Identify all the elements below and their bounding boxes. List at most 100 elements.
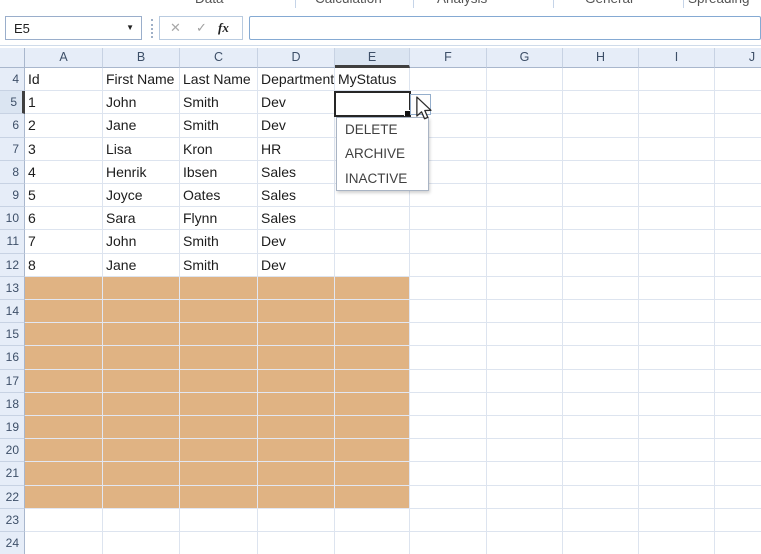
column-header-B[interactable]: B: [103, 48, 180, 68]
cell-G19[interactable]: [487, 416, 563, 440]
cell-C8[interactable]: Ibsen: [180, 160, 258, 184]
cell-C12[interactable]: Smith: [180, 253, 258, 277]
cell-G8[interactable]: [487, 160, 563, 184]
cell-B15[interactable]: [103, 323, 180, 347]
cell-I14[interactable]: [639, 300, 715, 324]
cell-J13[interactable]: [715, 276, 761, 300]
cell-C15[interactable]: [180, 323, 258, 347]
cell-A6[interactable]: 2: [25, 114, 103, 138]
cell-E22[interactable]: [335, 485, 410, 509]
cell-A24[interactable]: [25, 532, 103, 554]
cell-B18[interactable]: [103, 392, 180, 416]
row-header-18[interactable]: 18: [0, 392, 25, 416]
cell-G4[interactable]: [487, 68, 563, 92]
cell-F4[interactable]: [410, 68, 487, 92]
cell-F20[interactable]: [410, 439, 487, 463]
cell-I5[interactable]: [639, 91, 715, 115]
cell-E13[interactable]: [335, 276, 410, 300]
cell-B11[interactable]: John: [103, 230, 180, 254]
cell-H15[interactable]: [563, 323, 639, 347]
cell-I24[interactable]: [639, 532, 715, 554]
row-header-4[interactable]: 4: [0, 68, 25, 92]
cell-J6[interactable]: [715, 114, 761, 138]
cell-J21[interactable]: [715, 462, 761, 486]
cell-A12[interactable]: 8: [25, 253, 103, 277]
formula-input[interactable]: [249, 16, 761, 40]
cell-A4[interactable]: Id: [25, 68, 103, 92]
cell-G13[interactable]: [487, 276, 563, 300]
cell-C17[interactable]: [180, 369, 258, 393]
cell-F16[interactable]: [410, 346, 487, 370]
cell-H18[interactable]: [563, 392, 639, 416]
cell-H8[interactable]: [563, 160, 639, 184]
cell-G24[interactable]: [487, 532, 563, 554]
cell-B24[interactable]: [103, 532, 180, 554]
cell-I8[interactable]: [639, 160, 715, 184]
cell-I18[interactable]: [639, 392, 715, 416]
cell-D17[interactable]: [258, 369, 335, 393]
cell-H13[interactable]: [563, 276, 639, 300]
select-all-corner[interactable]: [0, 48, 25, 68]
name-box[interactable]: E5 ▼: [5, 16, 142, 40]
cell-G9[interactable]: [487, 184, 563, 208]
cell-A13[interactable]: [25, 276, 103, 300]
cell-D11[interactable]: Dev: [258, 230, 335, 254]
cell-C22[interactable]: [180, 485, 258, 509]
cell-G16[interactable]: [487, 346, 563, 370]
cell-A11[interactable]: 7: [25, 230, 103, 254]
cell-D13[interactable]: [258, 276, 335, 300]
cell-A10[interactable]: 6: [25, 207, 103, 231]
cell-J24[interactable]: [715, 532, 761, 554]
cell-C16[interactable]: [180, 346, 258, 370]
cell-H19[interactable]: [563, 416, 639, 440]
cell-J15[interactable]: [715, 323, 761, 347]
cell-D23[interactable]: [258, 508, 335, 532]
cell-D9[interactable]: Sales: [258, 184, 335, 208]
cell-I9[interactable]: [639, 184, 715, 208]
cell-D18[interactable]: [258, 392, 335, 416]
cell-H16[interactable]: [563, 346, 639, 370]
cell-H22[interactable]: [563, 485, 639, 509]
cell-E4[interactable]: MyStatus: [335, 68, 410, 92]
cell-E18[interactable]: [335, 392, 410, 416]
insert-function-icon[interactable]: fx: [218, 20, 229, 36]
row-header-13[interactable]: 13: [0, 276, 25, 300]
column-header-G[interactable]: G: [487, 48, 563, 68]
cell-B22[interactable]: [103, 485, 180, 509]
dropdown-item-inactive[interactable]: INACTIVE: [337, 167, 428, 191]
row-header-20[interactable]: 20: [0, 439, 25, 463]
cell-A17[interactable]: [25, 369, 103, 393]
cell-F18[interactable]: [410, 392, 487, 416]
cell-G14[interactable]: [487, 300, 563, 324]
cell-A16[interactable]: [25, 346, 103, 370]
cell-D16[interactable]: [258, 346, 335, 370]
cell-F17[interactable]: [410, 369, 487, 393]
row-header-8[interactable]: 8: [0, 160, 25, 184]
cell-H9[interactable]: [563, 184, 639, 208]
cell-H20[interactable]: [563, 439, 639, 463]
cell-A19[interactable]: [25, 416, 103, 440]
cell-B4[interactable]: First Name: [103, 68, 180, 92]
cell-D21[interactable]: [258, 462, 335, 486]
enter-icon[interactable]: ✓: [196, 20, 207, 36]
cell-J8[interactable]: [715, 160, 761, 184]
cell-H14[interactable]: [563, 300, 639, 324]
cell-J19[interactable]: [715, 416, 761, 440]
cell-E14[interactable]: [335, 300, 410, 324]
cell-B23[interactable]: [103, 508, 180, 532]
cell-B6[interactable]: Jane: [103, 114, 180, 138]
cell-C11[interactable]: Smith: [180, 230, 258, 254]
column-header-D[interactable]: D: [258, 48, 335, 68]
cell-D6[interactable]: Dev: [258, 114, 335, 138]
cell-D12[interactable]: Dev: [258, 253, 335, 277]
cell-I15[interactable]: [639, 323, 715, 347]
cell-J16[interactable]: [715, 346, 761, 370]
cell-D4[interactable]: Department: [258, 68, 335, 92]
row-header-17[interactable]: 17: [0, 369, 25, 393]
cell-J18[interactable]: [715, 392, 761, 416]
cell-C5[interactable]: Smith: [180, 91, 258, 115]
cell-A15[interactable]: [25, 323, 103, 347]
row-header-22[interactable]: 22: [0, 485, 25, 509]
cell-B20[interactable]: [103, 439, 180, 463]
cell-B10[interactable]: Sara: [103, 207, 180, 231]
